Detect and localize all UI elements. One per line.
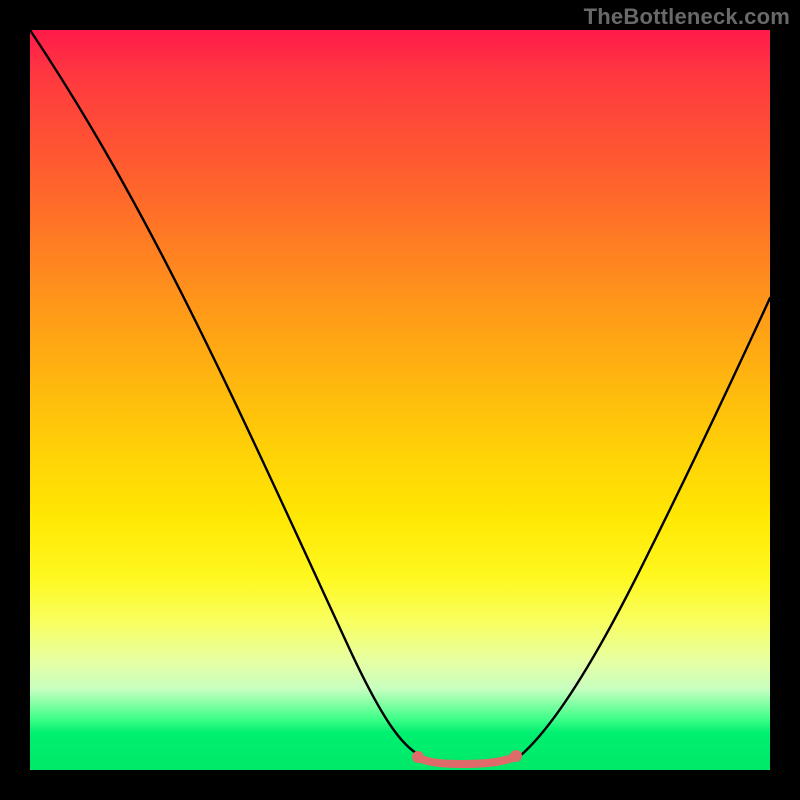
bottleneck-curve — [30, 30, 770, 763]
chart-frame: TheBottleneck.com — [0, 0, 800, 800]
curve-layer — [30, 30, 770, 770]
marker-dot-right — [510, 750, 522, 762]
plot-area — [30, 30, 770, 770]
watermark-label: TheBottleneck.com — [584, 4, 790, 30]
marker-dot-left — [412, 751, 424, 763]
flat-marker-segment — [418, 757, 515, 764]
